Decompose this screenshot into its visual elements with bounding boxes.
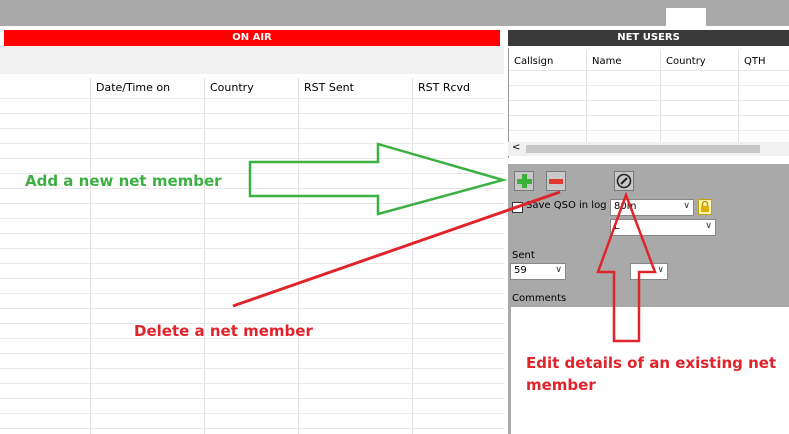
- annotation-add: Add a new net member: [25, 172, 222, 190]
- green-arrow-shape: [248, 142, 508, 216]
- annotation-delete: Delete a net member: [134, 322, 313, 340]
- annotation-edit: Edit details of an existing net member: [526, 354, 777, 394]
- red-up-arrow-shape: [596, 191, 657, 343]
